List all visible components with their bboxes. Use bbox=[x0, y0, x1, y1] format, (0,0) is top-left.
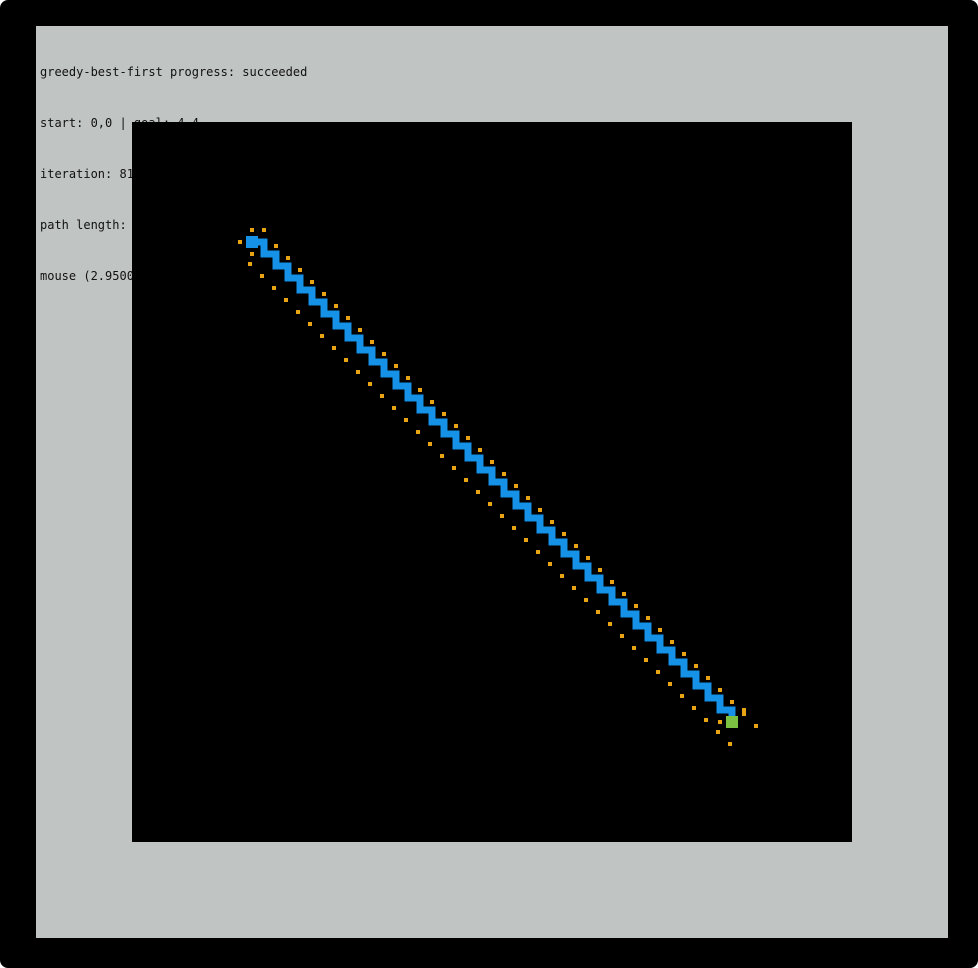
frontier-node bbox=[512, 526, 516, 530]
frontier-node bbox=[514, 484, 518, 488]
frontier-node bbox=[634, 604, 638, 608]
frontier-node bbox=[394, 364, 398, 368]
frontier-node bbox=[716, 730, 720, 734]
frontier-node bbox=[680, 694, 684, 698]
frontier-node bbox=[622, 592, 626, 596]
frontier-node bbox=[452, 466, 456, 470]
frontier-node bbox=[478, 448, 482, 452]
frontier-node bbox=[416, 430, 420, 434]
frontier-node bbox=[250, 252, 254, 256]
progress-status: greedy-best-first progress: succeeded bbox=[40, 65, 308, 79]
frontier-node bbox=[262, 228, 266, 232]
frontier-node bbox=[608, 622, 612, 626]
frontier-node bbox=[502, 472, 506, 476]
frontier-node bbox=[548, 562, 552, 566]
frontier-node bbox=[296, 310, 300, 314]
frontier-node bbox=[274, 244, 278, 248]
frontier-node bbox=[440, 454, 444, 458]
frontier-node bbox=[334, 304, 338, 308]
frontier-node bbox=[392, 406, 396, 410]
frontier-node bbox=[382, 352, 386, 356]
frontier-node bbox=[428, 442, 432, 446]
frontier-layer bbox=[238, 228, 758, 746]
frontier-node bbox=[358, 328, 362, 332]
frontier-node bbox=[596, 610, 600, 614]
search-grid-canvas[interactable] bbox=[132, 122, 852, 842]
frontier-node bbox=[694, 664, 698, 668]
frontier-node bbox=[272, 286, 276, 290]
frontier-node bbox=[718, 688, 722, 692]
frontier-node bbox=[284, 298, 288, 302]
frontier-node bbox=[322, 292, 326, 296]
frontier-node bbox=[562, 532, 566, 536]
frontier-node bbox=[476, 490, 480, 494]
frontier-node bbox=[538, 508, 542, 512]
frontier-node bbox=[250, 228, 254, 232]
frontier-node bbox=[560, 574, 564, 578]
goal-node bbox=[726, 716, 738, 728]
frontier-node bbox=[536, 550, 540, 554]
frontier-node bbox=[430, 400, 434, 404]
frontier-node bbox=[550, 520, 554, 524]
frontier-node bbox=[464, 478, 468, 482]
frontier-node bbox=[668, 682, 672, 686]
frontier-node bbox=[646, 616, 650, 620]
frontier-node bbox=[706, 676, 710, 680]
start-node bbox=[246, 236, 258, 248]
path-layer bbox=[252, 238, 736, 722]
window-frame: greedy-best-first progress: succeeded st… bbox=[0, 0, 978, 968]
frontier-node bbox=[488, 502, 492, 506]
frontier-node bbox=[572, 586, 576, 590]
frontier-node bbox=[620, 634, 624, 638]
frontier-node bbox=[728, 742, 732, 746]
frontier-node bbox=[500, 514, 504, 518]
frontier-node bbox=[332, 346, 336, 350]
frontier-node bbox=[344, 358, 348, 362]
frontier-node bbox=[380, 394, 384, 398]
frontier-node bbox=[404, 418, 408, 422]
frontier-node bbox=[656, 670, 660, 674]
frontier-node bbox=[742, 708, 746, 712]
frontier-node bbox=[682, 652, 686, 656]
frontier-node bbox=[670, 640, 674, 644]
frontier-node bbox=[704, 718, 708, 722]
frontier-node bbox=[406, 376, 410, 380]
frontier-node bbox=[356, 370, 360, 374]
frontier-node bbox=[286, 256, 290, 260]
frontier-node bbox=[742, 712, 746, 716]
frontier-node bbox=[370, 340, 374, 344]
frontier-node bbox=[598, 568, 602, 572]
frontier-node bbox=[346, 316, 350, 320]
frontier-node bbox=[442, 412, 446, 416]
frontier-node bbox=[320, 334, 324, 338]
frontier-node bbox=[418, 388, 422, 392]
frontier-node bbox=[238, 240, 242, 244]
frontier-node bbox=[526, 496, 530, 500]
frontier-node bbox=[368, 382, 372, 386]
frontier-node bbox=[644, 658, 648, 662]
frontier-node bbox=[610, 580, 614, 584]
frontier-node bbox=[298, 268, 302, 272]
frontier-node bbox=[574, 544, 578, 548]
frontier-node bbox=[584, 598, 588, 602]
frontier-node bbox=[524, 538, 528, 542]
frontier-node bbox=[466, 436, 470, 440]
visualizer-panel: greedy-best-first progress: succeeded st… bbox=[36, 26, 948, 938]
frontier-node bbox=[692, 706, 696, 710]
frontier-node bbox=[586, 556, 590, 560]
frontier-node bbox=[632, 646, 636, 650]
solution-path bbox=[252, 238, 736, 722]
frontier-node bbox=[454, 424, 458, 428]
frontier-node bbox=[658, 628, 662, 632]
frontier-node bbox=[730, 700, 734, 704]
frontier-node bbox=[754, 724, 758, 728]
frontier-node bbox=[310, 280, 314, 284]
frontier-node bbox=[718, 720, 722, 724]
frontier-node bbox=[490, 460, 494, 464]
frontier-node bbox=[260, 274, 264, 278]
frontier-node bbox=[308, 322, 312, 326]
frontier-node bbox=[248, 262, 252, 266]
